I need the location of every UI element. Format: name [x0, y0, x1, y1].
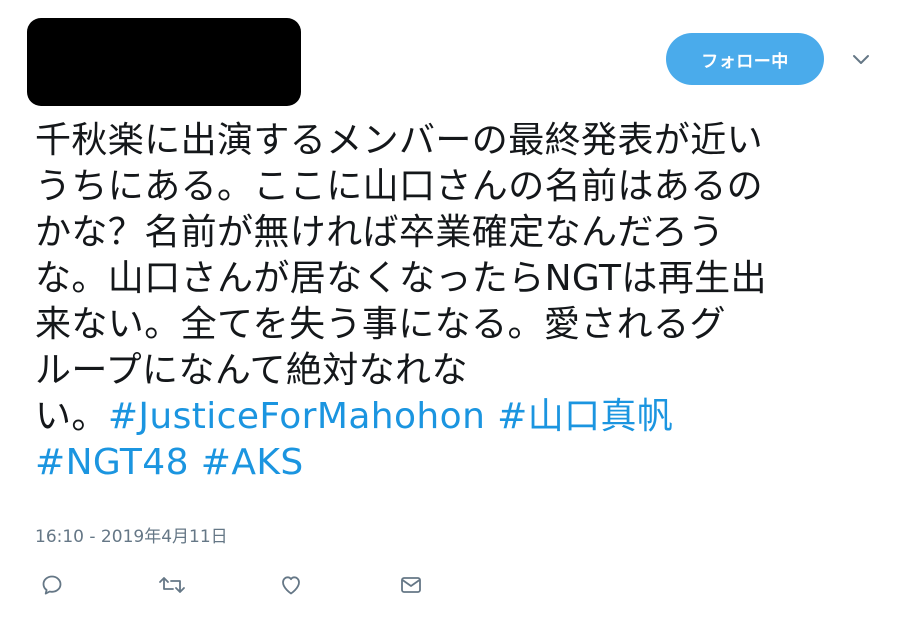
hashtag-link[interactable]: #山口真帆 — [497, 396, 673, 437]
tweet-text-segment: な。山口さんが居なくなったらNGTは再生出 — [35, 258, 767, 299]
tweet-text-line: 千秋楽に出演するメンバーの最終発表が近い — [35, 118, 875, 164]
tweet-text-segment: 来ない。全てを失う事になる。愛されるグ — [35, 304, 726, 345]
tweet-text-segment: うちにある。ここに山口さんの名前はあるの — [35, 166, 764, 207]
hashtag-link[interactable]: #JusticeForMahohon — [108, 396, 485, 437]
tweet-text: 千秋楽に出演するメンバーの最終発表が近い うちにある。ここに山口さんの名前はあるの… — [35, 118, 875, 486]
redacted-user-header — [27, 18, 301, 106]
reply-icon[interactable] — [35, 568, 69, 602]
retweet-icon[interactable] — [155, 568, 189, 602]
tweet-text-line: 来ない。全てを失う事になる。愛されるグ — [35, 302, 875, 348]
hashtag-link[interactable]: #AKS — [201, 442, 304, 483]
tweet-text-line: #NGT48 #AKS — [35, 440, 875, 486]
tweet-text-segment: い。 — [35, 396, 108, 437]
envelope-icon[interactable] — [394, 568, 428, 602]
tweet-actions — [0, 568, 500, 604]
following-button[interactable]: フォロー中 — [666, 33, 824, 85]
tweet-timestamp[interactable]: 16:10 - 2019年4月11日 — [35, 522, 228, 547]
tweet-text-segment — [189, 442, 201, 483]
tweet-text-segment — [485, 396, 497, 437]
tweet-text-line: かな？名前が無ければ卒業確定なんだろう — [35, 210, 875, 256]
tweet-text-segment: 千秋楽に出演するメンバーの最終発表が近い — [35, 120, 764, 161]
heart-icon[interactable] — [274, 568, 308, 602]
tweet-text-segment: ループになんて絶対なれな — [35, 350, 468, 391]
chevron-down-icon[interactable] — [848, 50, 874, 70]
tweet-text-line: な。山口さんが居なくなったらNGTは再生出 — [35, 256, 875, 302]
tweet-text-line: うちにある。ここに山口さんの名前はあるの — [35, 164, 875, 210]
hashtag-link[interactable]: #NGT48 — [35, 442, 189, 483]
tweet-text-segment: かな？名前が無ければ卒業確定なんだろう — [35, 212, 725, 253]
tweet-text-line: い。#JusticeForMahohon #山口真帆 — [35, 394, 875, 440]
tweet-text-line: ループになんて絶対なれな — [35, 348, 875, 394]
